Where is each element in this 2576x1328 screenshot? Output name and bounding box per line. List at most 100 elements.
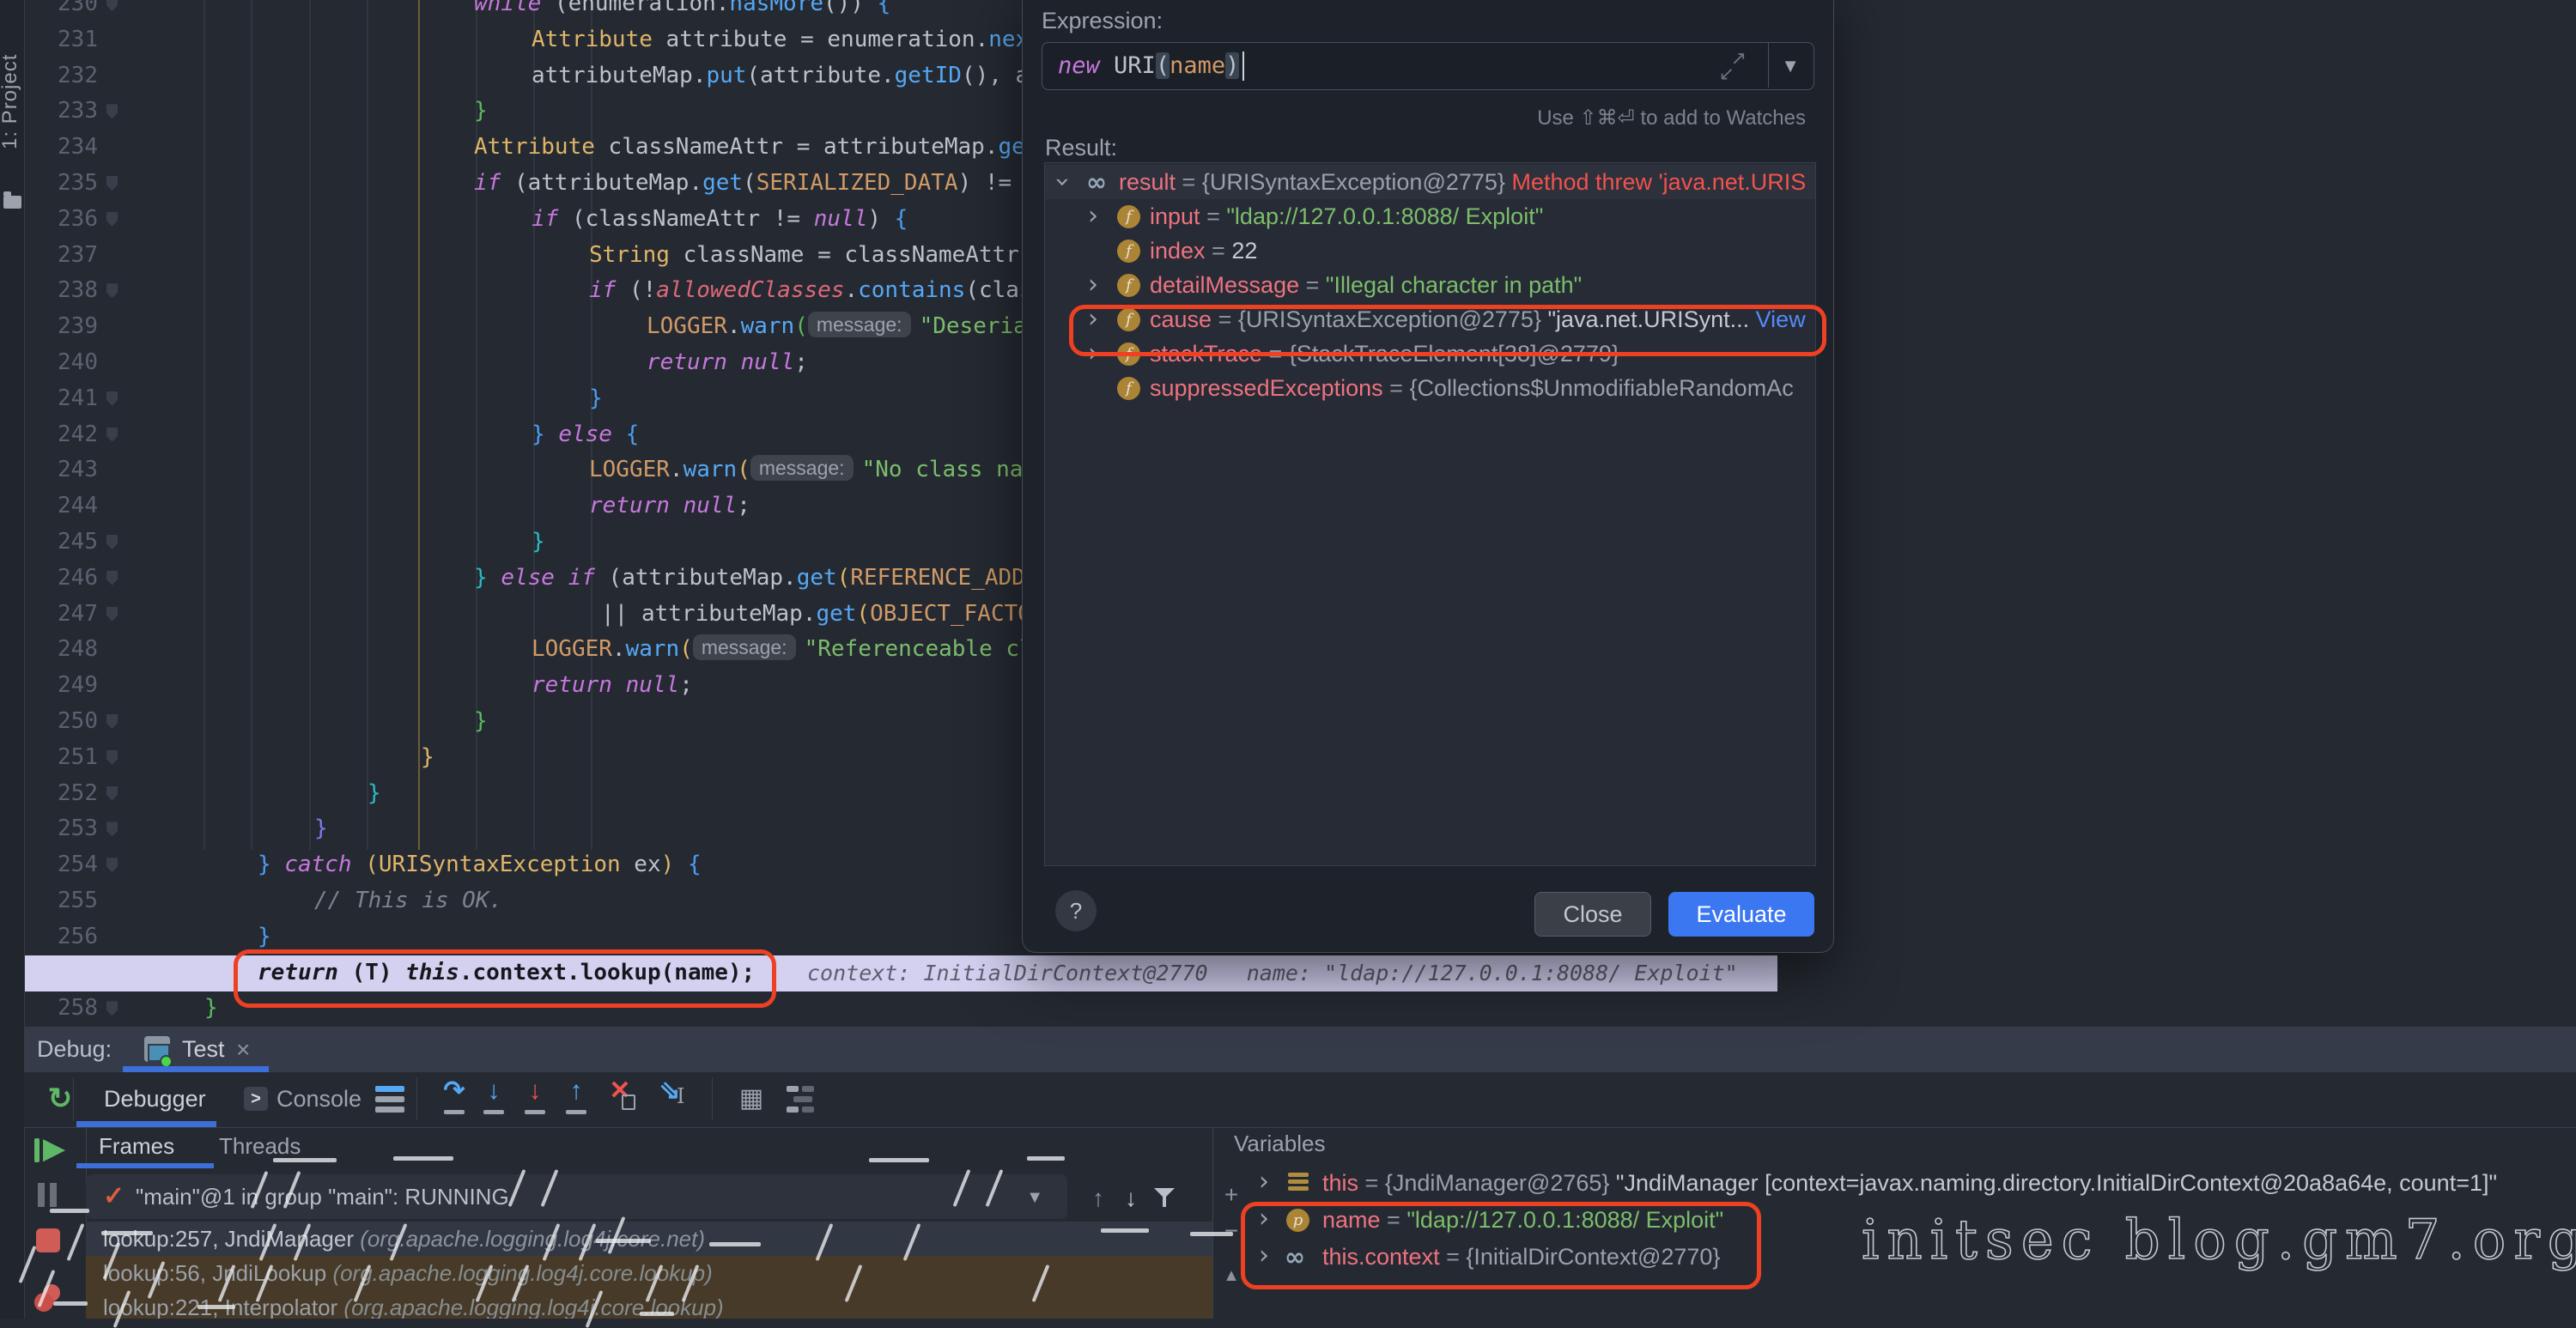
variables-header: Variables <box>1234 1131 1325 1155</box>
code-line-244[interactable]: return null; <box>589 488 750 525</box>
parameter-hint-chip: message: <box>693 634 796 660</box>
code-line-231[interactable]: Attribute attribute = enumeration.next()… <box>532 22 1083 58</box>
structure-view-icon[interactable] <box>787 1086 816 1113</box>
code-line-250[interactable]: } <box>474 704 488 740</box>
field-icon: f <box>1117 274 1140 297</box>
fold-marker-icon[interactable] <box>106 786 118 801</box>
code-line-240[interactable]: return null; <box>647 345 808 381</box>
code-line-242[interactable]: } else { <box>532 417 639 453</box>
code-line-233[interactable]: } <box>474 94 488 130</box>
expand-icon[interactable]: ↙ <box>1719 65 1735 82</box>
field-icon: f <box>1117 240 1140 263</box>
code-line-255[interactable]: // This is OK. <box>314 883 502 919</box>
layout-settings-icon[interactable] <box>375 1086 404 1113</box>
fold-marker-icon[interactable] <box>106 391 118 406</box>
evaluate-button[interactable]: Evaluate <box>1668 892 1814 937</box>
line-number: 230 <box>24 0 98 22</box>
fold-marker-icon[interactable] <box>106 571 118 585</box>
line-number: 239 <box>24 309 98 345</box>
line-number: 238 <box>24 273 98 309</box>
code-line-258[interactable]: } <box>204 991 218 1027</box>
code-line-241[interactable]: } <box>589 381 603 417</box>
fold-marker-icon[interactable] <box>106 283 118 298</box>
code-line-245[interactable]: } <box>532 525 545 561</box>
tab-debugger[interactable]: Debugger <box>104 1072 206 1125</box>
line-number: 232 <box>24 58 98 94</box>
code-line-253[interactable]: } <box>314 811 328 847</box>
code-line-251[interactable]: } <box>421 740 434 776</box>
chevron-collapsed-icon[interactable]: › <box>1088 268 1098 302</box>
text-caret <box>1242 52 1244 81</box>
fold-marker-icon[interactable] <box>106 1001 118 1016</box>
add-watch-icon[interactable]: + <box>1218 1183 1244 1207</box>
pause-icon[interactable] <box>38 1183 64 1207</box>
fold-marker-icon[interactable] <box>106 212 118 227</box>
watermark: initsec blog.gm7.org <box>1862 1209 2576 1272</box>
fold-marker-icon[interactable] <box>106 176 118 191</box>
fold-marker-icon[interactable] <box>106 104 118 118</box>
project-tool-button[interactable]: 1: Project <box>0 0 24 149</box>
active-tab-underline <box>76 1121 216 1127</box>
reset-frame-icon[interactable]: ✕ <box>603 1072 637 1125</box>
chevron-expanded-icon[interactable]: › <box>1045 177 1079 187</box>
step-out-icon[interactable]: ↑ <box>559 1072 593 1125</box>
expression-input[interactable]: new URI(name) ↗ ↙ ▼ <box>1042 42 1814 90</box>
stop-icon[interactable] <box>36 1228 60 1252</box>
indent-guide <box>309 0 311 850</box>
result-row-input[interactable]: ›finput = "ldap://127.0.0.1:8088/ Exploi… <box>1045 199 1815 233</box>
force-step-into-icon[interactable]: ↓ <box>518 1072 552 1125</box>
resume-icon[interactable]: ▶ <box>34 1137 69 1166</box>
line-number: 247 <box>24 597 98 633</box>
run-to-cursor-icon[interactable]: ⇘I <box>653 1072 687 1125</box>
left-tool-window-bar[interactable]: 1: Project <box>0 0 25 1319</box>
close-button[interactable]: Close <box>1534 892 1651 937</box>
chevron-collapsed-icon[interactable]: › <box>1088 199 1098 233</box>
line-number: 236 <box>24 202 98 238</box>
chevron-collapsed-icon[interactable]: › <box>1259 1165 1269 1199</box>
line-number: 249 <box>24 668 98 704</box>
line-number: 252 <box>24 776 98 812</box>
frame-down-icon[interactable]: ↓ <box>1118 1186 1144 1210</box>
thread-selector[interactable]: ✓ "main"@1 in group "main": RUNNING ▼ <box>86 1174 1067 1219</box>
dropdown-arrow-icon: ▼ <box>1026 1188 1043 1208</box>
thread-selector-value: "main"@1 in group "main": RUNNING <box>136 1174 509 1219</box>
active-tab-underline <box>76 1163 214 1168</box>
fold-marker-icon[interactable] <box>106 714 118 729</box>
annotation-box-return-line <box>234 949 776 1008</box>
fold-marker-icon[interactable] <box>106 750 118 765</box>
step-over-icon[interactable]: ↷ <box>437 1072 471 1125</box>
code-line-249[interactable]: return null; <box>532 668 693 704</box>
code-line-254[interactable]: } catch (URISyntaxException ex) { <box>258 847 702 883</box>
fold-marker-icon[interactable] <box>106 535 118 549</box>
fold-marker-icon[interactable] <box>106 607 118 622</box>
line-number: 251 <box>24 740 98 776</box>
history-dropdown-icon[interactable]: ▼ <box>1781 55 1800 77</box>
result-row-result[interactable]: ›∞result = {URISyntaxException@2775} Met… <box>1045 165 1815 199</box>
expression-label: Expression: <box>1042 8 1163 34</box>
tab-frames[interactable]: Frames <box>99 1127 174 1166</box>
frame-up-icon[interactable]: ↑ <box>1085 1186 1111 1210</box>
line-number: 244 <box>24 488 98 525</box>
fold-marker-icon[interactable] <box>106 822 118 836</box>
filter-icon[interactable] <box>1154 1186 1176 1209</box>
result-row-detailMessage[interactable]: ›fdetailMessage = "Illegal character in … <box>1045 268 1815 302</box>
step-into-icon[interactable]: ↓ <box>477 1072 511 1125</box>
help-button[interactable]: ? <box>1055 890 1097 931</box>
result-row-suppressedExceptions[interactable]: fsuppressedExceptions = {Collections$Unm… <box>1045 371 1815 405</box>
result-row-index[interactable]: findex = 22 <box>1045 233 1815 268</box>
code-line-230[interactable]: while (enumeration.hasMore()) { <box>474 0 890 22</box>
tab-console[interactable]: Console <box>276 1072 361 1125</box>
evaluate-expression-icon[interactable]: ▦ <box>732 1072 770 1125</box>
annotation-box-cause <box>1069 305 1826 356</box>
debugger-toolbar: ↻ Debugger > Console ↷ ↓ ↓ ↑ ✕ ⇘I ▦ <box>24 1072 2576 1128</box>
console-icon[interactable]: > <box>244 1087 268 1111</box>
fold-marker-icon[interactable] <box>106 428 118 442</box>
result-tree[interactable]: ›∞result = {URISyntaxException@2775} Met… <box>1044 162 1816 866</box>
view-breakpoints-icon[interactable] <box>34 1284 65 1313</box>
line-number: 245 <box>24 525 98 561</box>
field-icon: f <box>1117 377 1140 400</box>
fold-marker-icon[interactable] <box>106 0 118 11</box>
fold-marker-icon[interactable] <box>106 858 118 872</box>
code-line-236[interactable]: if (classNameAttr != null) { <box>532 202 908 238</box>
code-line-252[interactable]: } <box>368 776 381 812</box>
